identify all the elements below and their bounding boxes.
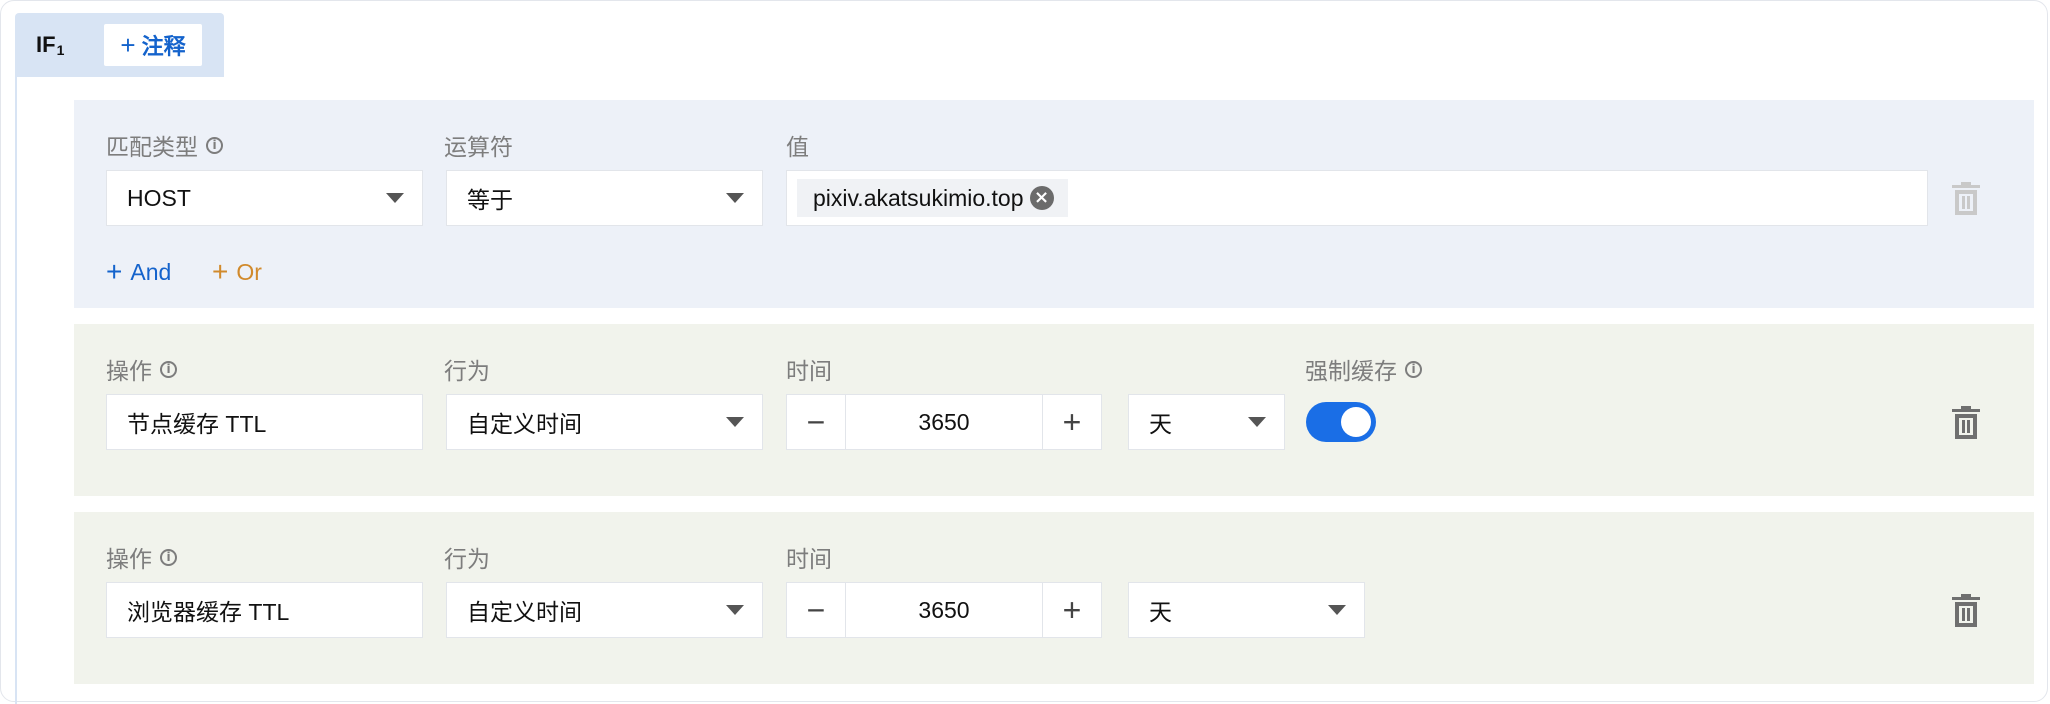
operation-value: 浏览器缓存 TTL [127,599,290,625]
behavior-value: 自定义时间 [467,599,582,625]
match-type-label-text: 匹配类型 [106,134,198,160]
time-stepper: − 3650 + [786,582,1102,638]
match-type-value: HOST [127,184,191,211]
add-note-label: 注释 [141,34,186,59]
value-tag-text: pixiv.akatsukimio.top [813,184,1024,211]
add-or-button[interactable]: + Or [212,258,262,286]
add-and-label: And [130,258,172,285]
match-type-label: 匹配类型 i [106,128,223,162]
info-icon[interactable]: i [206,136,223,154]
operation-label-text: 操作 [106,546,152,572]
behavior-value: 自定义时间 [467,411,582,437]
time-stepper: − 3650 + [786,394,1102,450]
decrement-button[interactable]: − [786,394,846,450]
operation-label: 操作 i [106,352,177,386]
chevron-down-icon [386,193,404,203]
if-text: IF [36,32,56,57]
chevron-down-icon [1248,417,1266,427]
action-panel-node-cache: 操作 i 行为 时间 强制缓存 i 节点缓存 TTL 自定义时间 − 3650 … [74,324,2034,496]
force-cache-toggle[interactable] [1306,402,1376,442]
add-note-button[interactable]: + 注释 [104,24,202,66]
time-label: 时间 [786,546,832,572]
time-input[interactable]: 3650 [846,582,1042,638]
increment-button[interactable]: + [1042,582,1102,638]
time-unit-value: 天 [1149,411,1172,437]
info-icon[interactable]: i [160,360,177,378]
behavior-label: 行为 [444,358,490,384]
match-type-select[interactable]: HOST [106,170,423,226]
operation-field: 节点缓存 TTL [106,394,423,450]
time-unit-select[interactable]: 天 [1128,394,1285,450]
time-input[interactable]: 3650 [846,394,1042,450]
plus-icon: + [120,30,136,60]
condition-panel: 匹配类型 i 运算符 值 HOST 等于 pixiv.akatsukimio.t… [74,100,2034,308]
chevron-down-icon [726,193,744,203]
info-icon[interactable]: i [160,548,177,566]
operation-label: 操作 i [106,540,177,574]
increment-button[interactable]: + [1042,394,1102,450]
chevron-down-icon [1328,605,1346,615]
plus-icon: + [106,256,123,287]
if-branch-line [15,77,17,704]
operator-value: 等于 [467,187,513,213]
operation-label-text: 操作 [106,358,152,384]
behavior-select[interactable]: 自定义时间 [446,582,763,638]
remove-tag-icon[interactable]: × [1029,186,1054,210]
time-value: 3650 [918,596,970,623]
behavior-select[interactable]: 自定义时间 [446,394,763,450]
trash-icon[interactable] [1951,406,1981,440]
if-label: IF1 [36,32,64,58]
time-label: 时间 [786,358,832,384]
value-input[interactable]: pixiv.akatsukimio.top × [786,170,1928,226]
operation-value: 节点缓存 TTL [127,411,267,437]
time-unit-select[interactable]: 天 [1128,582,1365,638]
operator-label: 运算符 [444,134,513,160]
behavior-label: 行为 [444,546,490,572]
info-icon[interactable]: i [1405,360,1422,378]
operator-select[interactable]: 等于 [446,170,763,226]
plus-icon: + [212,256,229,287]
value-label: 值 [786,134,809,160]
add-and-button[interactable]: + And [106,258,171,286]
time-value: 3650 [918,408,970,435]
if-index: 1 [56,42,65,58]
force-cache-label-text: 强制缓存 [1305,358,1397,384]
operation-field: 浏览器缓存 TTL [106,582,423,638]
add-or-label: Or [236,258,262,285]
chevron-down-icon [726,417,744,427]
toggle-knob [1341,407,1371,437]
decrement-button[interactable]: − [786,582,846,638]
time-unit-value: 天 [1149,599,1172,625]
trash-icon[interactable] [1951,182,1981,216]
value-tag: pixiv.akatsukimio.top × [797,179,1068,217]
chevron-down-icon [726,605,744,615]
action-panel-browser-cache: 操作 i 行为 时间 浏览器缓存 TTL 自定义时间 − 3650 + 天 [74,512,2034,684]
trash-icon[interactable] [1951,594,1981,628]
force-cache-label: 强制缓存 i [1305,352,1422,386]
